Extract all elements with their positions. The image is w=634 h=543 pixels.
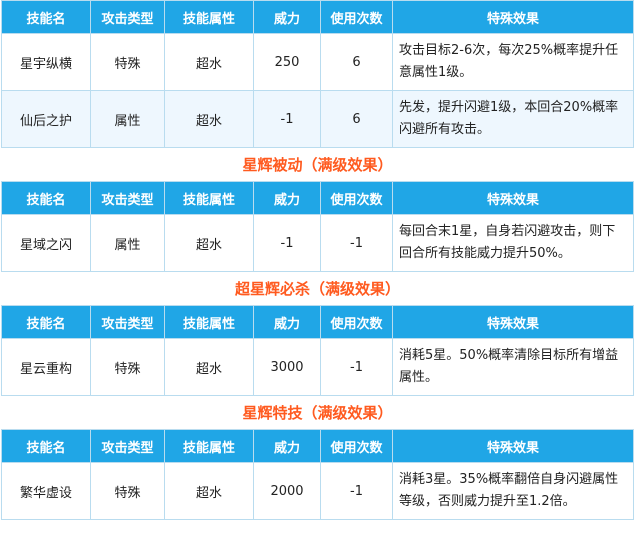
header-skill-attribute: 技能属性 [164, 0, 254, 34]
header-attack-type: 攻击类型 [90, 305, 165, 339]
header-uses: 使用次数 [320, 0, 393, 34]
uses: -1 [320, 462, 393, 520]
skill-name: 星云重构 [1, 338, 91, 396]
uses: -1 [320, 338, 393, 396]
attack-type: 属性 [90, 90, 165, 148]
header-attack-type: 攻击类型 [90, 0, 165, 34]
header-skill-name: 技能名 [1, 429, 91, 463]
skill-attribute: 超水 [164, 462, 254, 520]
attack-type: 特殊 [90, 33, 165, 91]
header-row: 技能名 攻击类型 技能属性 威力 使用次数 特殊效果 [1, 429, 634, 463]
header-power: 威力 [253, 305, 321, 339]
table-row: 星宇纵横 特殊 超水 250 6 攻击目标2-6次，每次25%概率提升任意属性1… [1, 33, 634, 91]
header-uses: 使用次数 [320, 429, 393, 463]
table-row: 星域之闪 属性 超水 -1 -1 每回合末1星，自身若闪避攻击，则下回合所有技能… [1, 214, 634, 272]
skill-name: 仙后之护 [1, 90, 91, 148]
attack-type: 属性 [90, 214, 165, 272]
header-skill-name: 技能名 [1, 305, 91, 339]
header-row: 技能名 攻击类型 技能属性 威力 使用次数 特殊效果 [1, 305, 634, 339]
special-effect: 消耗3星。35%概率翻倍自身闪避属性等级，否则威力提升至1.2倍。 [392, 462, 634, 520]
skill-name: 星宇纵横 [1, 33, 91, 91]
skill-attribute: 超水 [164, 90, 254, 148]
header-row: 技能名 攻击类型 技能属性 威力 使用次数 特殊效果 [1, 0, 634, 34]
header-skill-attribute: 技能属性 [164, 181, 254, 215]
header-special-effect: 特殊效果 [392, 429, 634, 463]
header-skill-name: 技能名 [1, 0, 91, 34]
table-row: 繁华虚设 特殊 超水 2000 -1 消耗3星。35%概率翻倍自身闪避属性等级，… [1, 462, 634, 520]
header-power: 威力 [253, 181, 321, 215]
uses: 6 [320, 90, 393, 148]
power: 3000 [253, 338, 321, 396]
skill-table-body: 技能名 攻击类型 技能属性 威力 使用次数 特殊效果 星宇纵横 特殊 超水 25… [1, 0, 634, 520]
special-effect: 消耗5星。50%概率清除目标所有增益属性。 [392, 338, 634, 396]
power: 2000 [253, 462, 321, 520]
uses: 6 [320, 33, 393, 91]
header-special-effect: 特殊效果 [392, 0, 634, 34]
special-effect: 每回合末1星，自身若闪避攻击，则下回合所有技能威力提升50%。 [392, 214, 634, 272]
header-attack-type: 攻击类型 [90, 181, 165, 215]
section-row: 超星辉必杀（满级效果） [1, 271, 634, 306]
header-row: 技能名 攻击类型 技能属性 威力 使用次数 特殊效果 [1, 181, 634, 215]
header-power: 威力 [253, 429, 321, 463]
skill-attribute: 超水 [164, 33, 254, 91]
section-title-ultimate: 超星辉必杀（满级效果） [1, 271, 634, 306]
skill-table: 技能名 攻击类型 技能属性 威力 使用次数 特殊效果 星宇纵横 特殊 超水 25… [1, 0, 634, 520]
header-skill-attribute: 技能属性 [164, 429, 254, 463]
special-effect: 攻击目标2-6次，每次25%概率提升任意属性1级。 [392, 33, 634, 91]
skill-name: 星域之闪 [1, 214, 91, 272]
table-row: 星云重构 特殊 超水 3000 -1 消耗5星。50%概率清除目标所有增益属性。 [1, 338, 634, 396]
header-uses: 使用次数 [320, 305, 393, 339]
section-title-passive: 星辉被动（满级效果） [1, 147, 634, 182]
header-uses: 使用次数 [320, 181, 393, 215]
skill-name: 繁华虚设 [1, 462, 91, 520]
special-effect: 先发，提升闪避1级，本回合20%概率闪避所有攻击。 [392, 90, 634, 148]
power: -1 [253, 90, 321, 148]
skill-attribute: 超水 [164, 338, 254, 396]
power: 250 [253, 33, 321, 91]
table-row: 仙后之护 属性 超水 -1 6 先发，提升闪避1级，本回合20%概率闪避所有攻击… [1, 90, 634, 148]
uses: -1 [320, 214, 393, 272]
power: -1 [253, 214, 321, 272]
attack-type: 特殊 [90, 462, 165, 520]
section-title-special: 星辉特技（满级效果） [1, 395, 634, 430]
header-skill-name: 技能名 [1, 181, 91, 215]
header-special-effect: 特殊效果 [392, 181, 634, 215]
header-power: 威力 [253, 0, 321, 34]
header-attack-type: 攻击类型 [90, 429, 165, 463]
attack-type: 特殊 [90, 338, 165, 396]
header-skill-attribute: 技能属性 [164, 305, 254, 339]
skill-attribute: 超水 [164, 214, 254, 272]
section-row: 星辉被动（满级效果） [1, 147, 634, 182]
header-special-effect: 特殊效果 [392, 305, 634, 339]
section-row: 星辉特技（满级效果） [1, 395, 634, 430]
